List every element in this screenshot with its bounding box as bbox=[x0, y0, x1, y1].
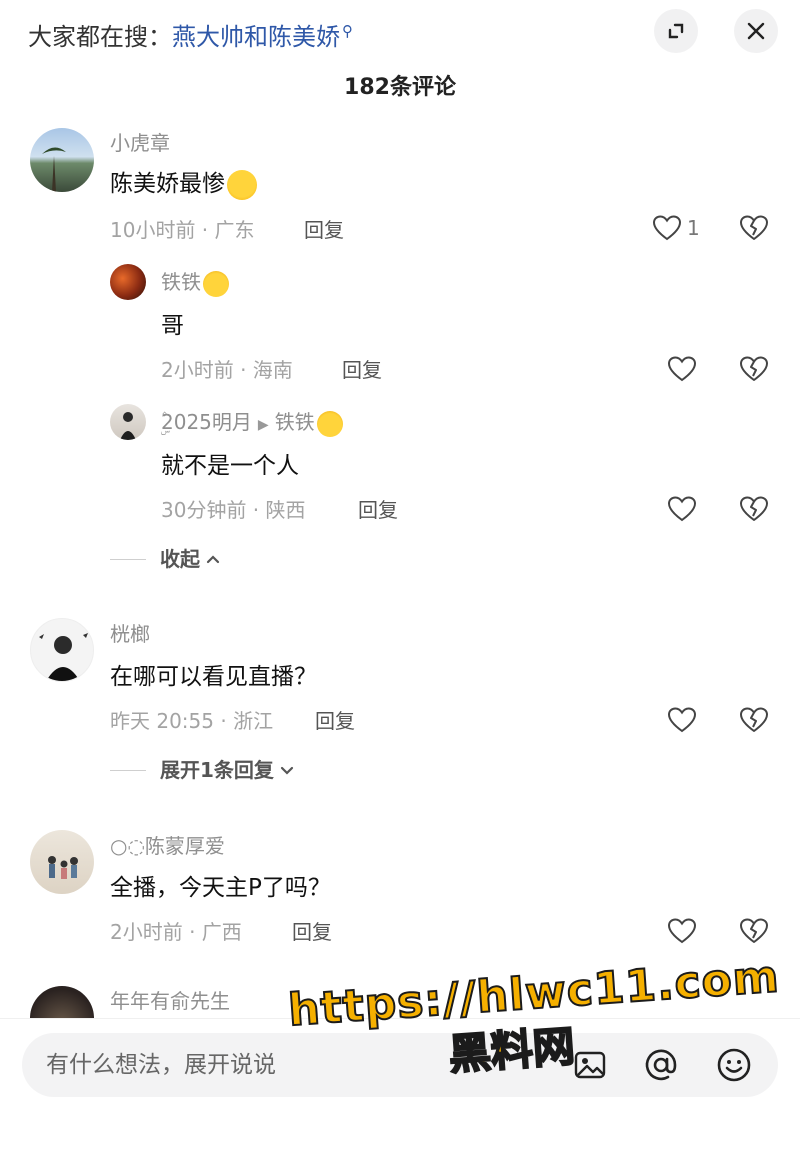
like-button[interactable] bbox=[668, 918, 696, 944]
reply-meta: 30分钟前 · 陕西 bbox=[161, 498, 306, 522]
heart-icon bbox=[668, 707, 696, 733]
broken-heart-icon bbox=[740, 496, 768, 521]
comment-text: 陈美娇最惨 bbox=[110, 167, 257, 201]
comment-text: 全播，今天主P了吗？ bbox=[110, 875, 331, 901]
reply-to-user[interactable]: 铁铁 bbox=[275, 410, 315, 434]
reply-username[interactable]: 铁铁 bbox=[161, 268, 229, 297]
broken-heart-icon bbox=[740, 215, 768, 240]
reply-avatar[interactable] bbox=[110, 404, 146, 440]
dislike-button[interactable] bbox=[740, 496, 768, 526]
reply-button[interactable]: 回复 bbox=[292, 918, 332, 946]
expand-button[interactable] bbox=[654, 9, 698, 53]
comment-meta: 2小时前 · 广西 bbox=[110, 920, 242, 944]
expand-replies-button[interactable]: 展开1条回复 bbox=[110, 756, 294, 784]
comment-username[interactable]: 桄榔 bbox=[110, 620, 150, 648]
laughing-crying-emoji-icon bbox=[227, 169, 257, 200]
like-button[interactable]: 1 bbox=[653, 215, 700, 241]
search-keyword[interactable]: 燕大帅和陈美娇 bbox=[172, 23, 340, 51]
reply-avatar[interactable] bbox=[110, 264, 146, 300]
broken-heart-icon bbox=[740, 918, 768, 943]
divider bbox=[110, 558, 146, 560]
avatar[interactable] bbox=[30, 618, 94, 682]
broken-heart-icon bbox=[740, 356, 768, 381]
reply-meta: 2小时前 · 海南 bbox=[161, 358, 293, 382]
party-face-emoji-icon bbox=[316, 410, 343, 437]
comment-meta: 10小时前 · 广东 bbox=[110, 218, 255, 242]
comment-text: 在哪可以看见直播？ bbox=[110, 664, 317, 690]
avatar[interactable] bbox=[30, 830, 94, 894]
heart-icon bbox=[668, 918, 696, 944]
comment-input-placeholder: 有什么想法，展开说说 bbox=[46, 1052, 276, 1078]
broken-heart-icon bbox=[740, 707, 768, 732]
comment-username[interactable]: 小虎章 bbox=[110, 129, 170, 157]
close-icon bbox=[747, 22, 765, 40]
dislike-button[interactable] bbox=[740, 356, 768, 386]
heart-icon bbox=[653, 215, 681, 241]
avatar[interactable] bbox=[30, 128, 94, 192]
comment-username[interactable]: ○◌陈蒙厚爱 bbox=[110, 832, 225, 860]
reply-username-text: ۣ۫2025明月 bbox=[161, 410, 252, 434]
dislike-button[interactable] bbox=[740, 215, 768, 245]
expand-icon bbox=[668, 23, 684, 39]
search-prefix: 大家都在搜： bbox=[28, 23, 172, 51]
comment-username[interactable]: 年年有俞先生 bbox=[110, 987, 230, 1015]
reply-button[interactable]: 回复 bbox=[304, 216, 344, 244]
collapse-label: 收起 bbox=[160, 547, 200, 571]
reply-username-text: 铁铁 bbox=[161, 270, 201, 294]
top-bar: 大家都在搜：燕大帅和陈美娇 ⚲ bbox=[0, 0, 800, 64]
reply-text: 哥 bbox=[161, 313, 184, 339]
reply-username[interactable]: ۣ۫2025明月 ▶ 铁铁 bbox=[161, 408, 343, 439]
like-button[interactable] bbox=[668, 707, 696, 733]
reply-text: 就不是一个人 bbox=[161, 453, 299, 479]
party-face-emoji-icon bbox=[203, 270, 229, 297]
collapse-replies-button[interactable]: 收起 bbox=[110, 545, 220, 573]
chevron-up-icon bbox=[206, 555, 220, 564]
search-suggestion[interactable]: 大家都在搜：燕大帅和陈美娇 ⚲ bbox=[28, 14, 353, 54]
comment-text-body: 陈美娇最惨 bbox=[110, 171, 225, 197]
reply-arrow-icon: ▶ bbox=[257, 417, 269, 433]
search-icon: ⚲ bbox=[342, 22, 353, 40]
heart-icon bbox=[668, 356, 696, 382]
expand-replies-label: 展开1条回复 bbox=[160, 758, 274, 782]
like-count: 1 bbox=[687, 216, 700, 240]
heart-icon bbox=[668, 496, 696, 522]
like-button[interactable] bbox=[668, 356, 696, 382]
comment-meta: 昨天 20:55 · 浙江 bbox=[110, 709, 274, 733]
comment-count: 182条评论 bbox=[344, 75, 456, 100]
like-button[interactable] bbox=[668, 496, 696, 522]
divider bbox=[110, 769, 146, 771]
reply-button[interactable]: 回复 bbox=[358, 496, 398, 524]
chevron-down-icon bbox=[280, 766, 294, 775]
dislike-button[interactable] bbox=[740, 918, 768, 948]
reply-button[interactable]: 回复 bbox=[342, 356, 382, 384]
close-button[interactable] bbox=[734, 9, 778, 53]
reply-button[interactable]: 回复 bbox=[315, 707, 355, 735]
dislike-button[interactable] bbox=[740, 707, 768, 737]
